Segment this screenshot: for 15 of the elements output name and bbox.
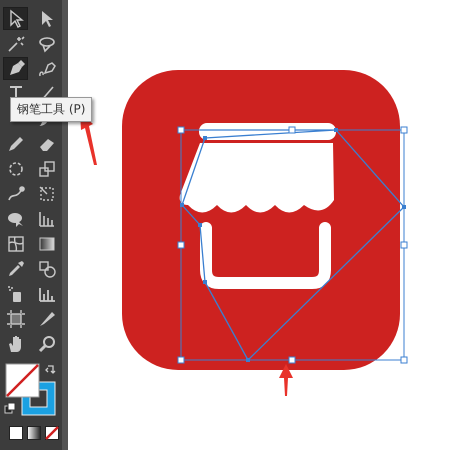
wand-icon: [6, 34, 26, 54]
warp-icon: [6, 184, 26, 204]
arrow-icon: [279, 364, 293, 396]
transform-icon: [36, 184, 56, 204]
zoom-icon: [36, 334, 56, 354]
color-mode-icon[interactable]: [9, 426, 23, 440]
none-mode-icon[interactable]: [45, 426, 59, 440]
gradient-mode-icon[interactable]: [27, 426, 41, 440]
mesh-icon: [6, 234, 26, 254]
blend-icon: [36, 258, 56, 278]
artboard-icon: [6, 308, 26, 328]
select-tool-button[interactable]: [3, 7, 28, 30]
scale-icon: [36, 158, 56, 178]
pen-tool-button[interactable]: [3, 57, 28, 80]
tooltip: 钢笔工具 (P): [10, 97, 92, 122]
